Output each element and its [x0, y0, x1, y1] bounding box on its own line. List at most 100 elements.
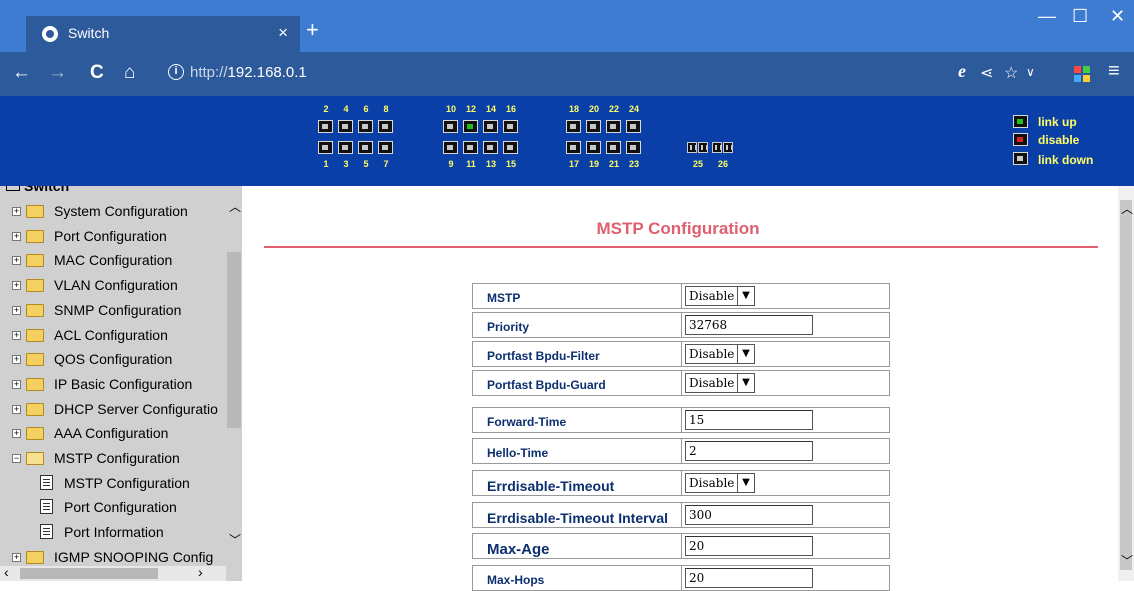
port-20-icon[interactable]: [586, 120, 601, 133]
expand-icon[interactable]: +: [12, 330, 21, 340]
new-tab-icon[interactable]: +: [306, 19, 319, 41]
menu-icon[interactable]: ≡: [1108, 60, 1120, 83]
form-row: Forward-Time 15: [472, 407, 890, 433]
browser-titlebar: Switch × + — ☐ ✕: [0, 0, 1134, 52]
port-13-icon[interactable]: [483, 141, 498, 154]
content-vscroll-thumb[interactable]: [1120, 200, 1132, 570]
portfast-bpdu-filter-select[interactable]: Disable ▼: [685, 344, 755, 364]
expand-icon[interactable]: +: [12, 281, 21, 291]
form-value-cell: Disable ▼: [681, 470, 890, 496]
port-number: 3: [343, 159, 349, 169]
browser-navbar: ← → C ⌂ i http://192.168.0.1 e ⋖ ☆ ∨ ≡: [0, 52, 1134, 96]
port-7-icon[interactable]: [378, 141, 393, 154]
folder-icon: [26, 205, 44, 218]
form-label-cell: Hello-Time: [472, 438, 681, 464]
port-11-icon[interactable]: [463, 141, 478, 154]
sidebar-item-label: MSTP Configuration: [54, 450, 180, 466]
port-number: 9: [448, 159, 454, 169]
expand-icon[interactable]: +: [12, 207, 21, 216]
port-number: 5: [363, 159, 369, 169]
sidebar-scroll-up-icon[interactable]: ︿: [229, 198, 241, 215]
content-scroll-down-icon[interactable]: ﹀: [1121, 552, 1133, 569]
share-icon[interactable]: ⋖: [980, 63, 993, 83]
tree-root[interactable]: Switch: [6, 186, 69, 194]
extensions-icon[interactable]: [1074, 66, 1090, 82]
chevron-down-icon[interactable]: ▼: [737, 374, 754, 392]
port-3-icon[interactable]: [338, 141, 353, 154]
form-label: Errdisable-Timeout: [487, 478, 615, 494]
port-18-icon[interactable]: [566, 120, 581, 133]
portfast-bpdu-guard-select[interactable]: Disable ▼: [685, 373, 755, 393]
sfp-port-25-icon[interactable]: [687, 142, 697, 153]
port-17-icon[interactable]: [566, 141, 581, 154]
port-14-icon[interactable]: [483, 120, 498, 133]
expand-icon[interactable]: +: [12, 231, 21, 241]
sidebar-vscroll-thumb[interactable]: [227, 252, 241, 428]
bookmark-star-icon[interactable]: ☆: [1004, 63, 1018, 83]
port-15-icon[interactable]: [503, 141, 518, 154]
port-6-icon[interactable]: [358, 120, 373, 133]
minimize-icon[interactable]: —: [1038, 6, 1056, 27]
port-23-icon[interactable]: [626, 141, 641, 154]
close-window-icon[interactable]: ✕: [1110, 6, 1125, 27]
sidebar-scroll-down-icon[interactable]: ﹀: [229, 531, 241, 548]
folder-icon: [26, 328, 44, 342]
home-icon[interactable]: ⌂: [124, 62, 135, 84]
port-24-icon[interactable]: [626, 120, 641, 133]
hello-time-input[interactable]: 2: [685, 441, 813, 461]
port-8-icon[interactable]: [378, 120, 393, 133]
form-value-cell: Disable ▼: [681, 370, 890, 396]
max-age-input[interactable]: 20: [685, 536, 813, 556]
port-number: 25: [692, 159, 703, 169]
port-22-icon[interactable]: [606, 120, 621, 133]
chevron-down-icon[interactable]: ▼: [737, 287, 754, 305]
chevron-down-icon[interactable]: ▼: [737, 474, 754, 492]
collapse-icon[interactable]: −: [12, 454, 21, 463]
browser-tab[interactable]: Switch ×: [26, 16, 300, 52]
expand-icon[interactable]: +: [12, 256, 21, 266]
port-16-icon[interactable]: [503, 120, 518, 133]
expand-icon[interactable]: +: [12, 429, 21, 439]
port-2-icon[interactable]: [318, 120, 333, 133]
legend-link-up-icon: [1013, 115, 1028, 128]
port-5-icon[interactable]: [358, 141, 373, 154]
expand-icon[interactable]: +: [12, 379, 21, 389]
tab-close-icon[interactable]: ×: [278, 23, 288, 43]
form-label-cell: MSTP: [472, 283, 681, 309]
sfp-port-25-icon[interactable]: [698, 142, 708, 153]
sfp-port-26-icon[interactable]: [723, 142, 733, 153]
expand-icon[interactable]: +: [12, 355, 21, 365]
mstp-select[interactable]: Disable ▼: [685, 286, 755, 306]
port-4-icon[interactable]: [338, 120, 353, 133]
address-bar[interactable]: i http://192.168.0.1: [162, 60, 1050, 88]
form-value-cell: 300: [681, 502, 890, 528]
sidebar-subitem-label: Port Information: [64, 524, 164, 541]
forward-time-input[interactable]: 15: [685, 410, 813, 430]
port-12-icon[interactable]: [463, 120, 478, 133]
port-10-icon[interactable]: [443, 120, 458, 133]
port-21-icon[interactable]: [606, 141, 621, 154]
sfp-port-26-icon[interactable]: [712, 142, 722, 153]
site-info-icon[interactable]: i: [168, 64, 184, 80]
sidebar-scroll-left-icon[interactable]: ‹: [4, 564, 9, 580]
dropdown-chevron-icon[interactable]: ∨: [1026, 65, 1035, 79]
expand-icon[interactable]: +: [12, 552, 21, 562]
max-hops-input[interactable]: 20: [685, 568, 813, 588]
ie-mode-icon[interactable]: e: [958, 61, 966, 82]
port-9-icon[interactable]: [443, 141, 458, 154]
chevron-down-icon[interactable]: ▼: [737, 345, 754, 363]
forward-icon[interactable]: →: [48, 62, 67, 84]
reload-icon[interactable]: C: [90, 62, 104, 84]
sidebar-scroll-right-icon[interactable]: ›: [198, 564, 203, 580]
expand-icon[interactable]: +: [12, 305, 21, 315]
maximize-icon[interactable]: ☐: [1072, 6, 1088, 27]
sidebar-hscroll-thumb[interactable]: [20, 568, 158, 579]
priority-input[interactable]: 32768: [685, 315, 813, 335]
back-icon[interactable]: ←: [12, 62, 31, 84]
port-19-icon[interactable]: [586, 141, 601, 154]
content-scroll-up-icon[interactable]: ︿: [1121, 200, 1133, 217]
errdisable-timeout-interval-input[interactable]: 300: [685, 505, 813, 525]
port-1-icon[interactable]: [318, 141, 333, 154]
expand-icon[interactable]: +: [12, 404, 21, 414]
errdisable-timeout-select[interactable]: Disable ▼: [685, 473, 755, 493]
